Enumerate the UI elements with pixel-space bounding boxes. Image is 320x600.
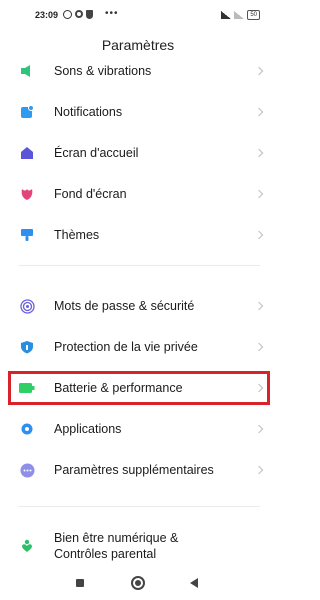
fingerprint-icon bbox=[19, 298, 35, 314]
sound-icon bbox=[19, 63, 35, 79]
apps-gear-icon bbox=[19, 421, 35, 437]
settings-item-ecran-accueil[interactable]: Écran d'accueil bbox=[0, 133, 276, 173]
signal-2-icon bbox=[234, 11, 245, 19]
settings-item-fond-ecran[interactable]: Fond d'écran bbox=[0, 174, 276, 214]
settings-item-themes[interactable]: Thèmes bbox=[0, 215, 276, 255]
battery-status-icon: 50 bbox=[247, 10, 260, 20]
status-right-icons: 50 bbox=[221, 10, 260, 20]
shield-icon bbox=[86, 10, 93, 19]
status-time: 23:09 bbox=[35, 10, 59, 20]
section-divider bbox=[18, 265, 260, 266]
home-button[interactable] bbox=[131, 576, 145, 590]
settings-item-label: Protection de la vie privée bbox=[54, 340, 198, 354]
settings-item-protection-vie-privee[interactable]: Protection de la vie privée bbox=[0, 327, 276, 367]
settings-item-label: Sons & vibrations bbox=[54, 64, 152, 78]
settings-item-notifications[interactable]: Notifications bbox=[0, 92, 276, 132]
signal-icon bbox=[221, 11, 232, 19]
status-notification-icons bbox=[63, 10, 93, 19]
settings-item-bien-etre-numerique[interactable]: Bien être numérique & Contrôles parental bbox=[0, 528, 276, 564]
settings-item-mots-de-passe-securite[interactable]: Mots de passe & sécurité bbox=[0, 286, 276, 326]
chevron-right-icon bbox=[254, 465, 264, 475]
chevron-right-icon bbox=[254, 383, 264, 393]
hotspot-icon bbox=[63, 10, 72, 19]
chevron-right-icon bbox=[254, 342, 264, 352]
settings-item-label: Bien être numérique & Contrôles parental bbox=[54, 531, 179, 561]
notifications-icon bbox=[19, 104, 35, 120]
settings-item-label: Paramètres supplémentaires bbox=[54, 463, 214, 477]
settings-item-label: Notifications bbox=[54, 105, 123, 119]
recents-button[interactable] bbox=[76, 579, 84, 587]
settings-item-label: Fond d'écran bbox=[54, 187, 127, 201]
wellbeing-icon bbox=[19, 538, 35, 554]
section-divider bbox=[18, 506, 260, 507]
settings-item-parametres-supplementaires[interactable]: Paramètres supplémentaires bbox=[0, 450, 276, 490]
chevron-right-icon bbox=[254, 230, 264, 240]
wallpaper-icon bbox=[19, 186, 35, 202]
settings-item-label: Applications bbox=[54, 422, 122, 436]
chevron-right-icon bbox=[254, 107, 264, 117]
settings-item-label: Batterie & performance bbox=[54, 381, 183, 395]
gear-icon bbox=[75, 10, 83, 18]
more-settings-icon bbox=[19, 462, 35, 478]
back-button[interactable] bbox=[190, 578, 198, 588]
chevron-right-icon bbox=[254, 424, 264, 434]
themes-icon bbox=[19, 227, 35, 243]
settings-item-sons-vibrations[interactable]: Sons & vibrations bbox=[0, 51, 276, 91]
privacy-shield-icon bbox=[19, 339, 35, 355]
settings-item-label: Mots de passe & sécurité bbox=[54, 299, 195, 313]
settings-item-applications[interactable]: Applications bbox=[0, 409, 276, 449]
chevron-right-icon bbox=[254, 301, 264, 311]
status-bar: 23:09 ••• 50 bbox=[0, 0, 276, 30]
chevron-right-icon bbox=[254, 148, 264, 158]
settings-item-label: Thèmes bbox=[54, 228, 100, 242]
chevron-right-icon bbox=[254, 66, 264, 76]
home-screen-icon bbox=[19, 145, 35, 161]
settings-item-batterie-performance[interactable]: Batterie & performance bbox=[0, 368, 276, 408]
settings-item-label: Écran d'accueil bbox=[54, 146, 139, 160]
navigation-bar bbox=[0, 570, 276, 600]
more-notifications-icon: ••• bbox=[105, 8, 119, 19]
battery-icon bbox=[19, 380, 35, 396]
chevron-right-icon bbox=[254, 189, 264, 199]
